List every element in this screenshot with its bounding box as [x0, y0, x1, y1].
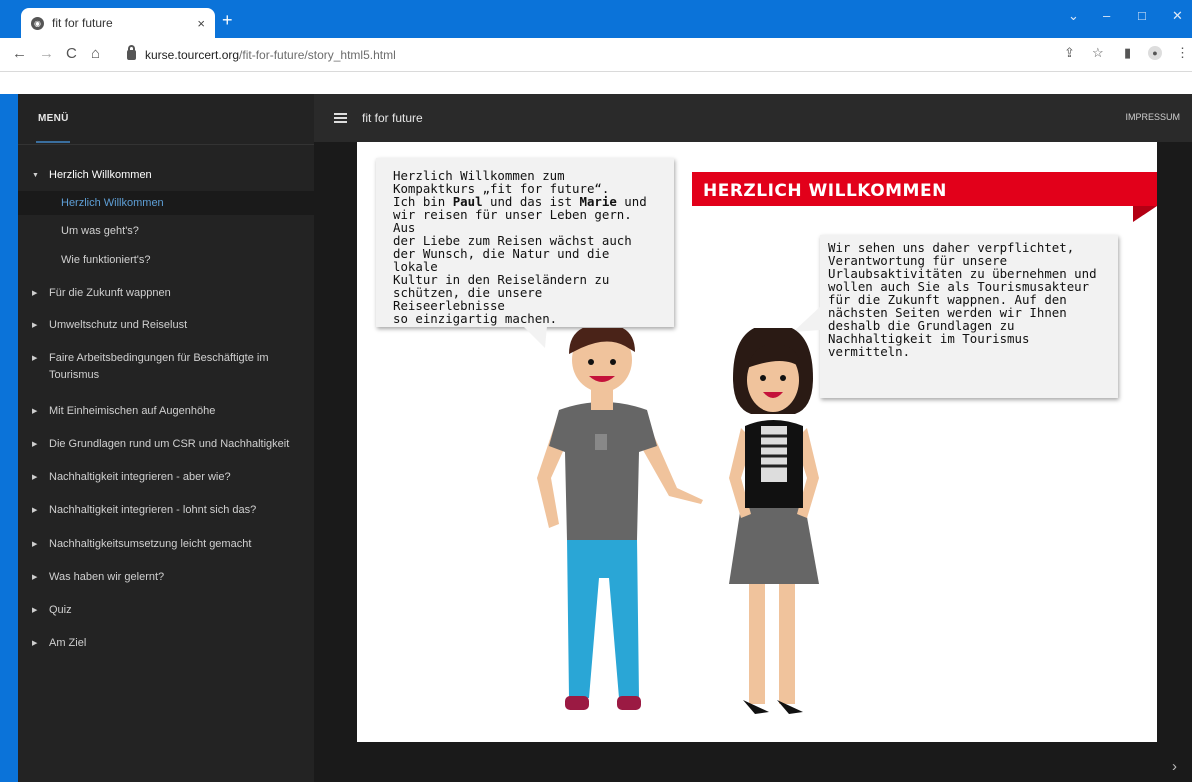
- tab-search-icon[interactable]: ⌄: [1068, 8, 1079, 24]
- new-tab-button[interactable]: +: [222, 11, 233, 29]
- kebab-menu-icon[interactable]: ⋮: [1176, 45, 1189, 61]
- menu-section-quiz[interactable]: ▶ Quiz: [18, 602, 314, 619]
- lock-icon[interactable]: [127, 45, 136, 60]
- impressum-link[interactable]: IMPRESSUM: [1125, 112, 1180, 122]
- browser-titlebar: ◉ fit for future × + ⌄ – □ ✕: [0, 0, 1192, 38]
- menu-section-faire-arbeitsbedingungen[interactable]: ▶ Faire Arbeitsbedingungen für Beschäftig…: [18, 350, 288, 384]
- browser-tab[interactable]: ◉ fit for future ×: [21, 8, 215, 38]
- tab-title: fit for future: [52, 16, 113, 30]
- url-field[interactable]: kurse.tourcert.org /fit-for-future/story…: [127, 44, 1177, 66]
- caret-right-icon: ▶: [32, 574, 38, 581]
- menu-section-umsetzung[interactable]: ▶ Nachhaltigkeitsumsetzung leicht gemacht: [18, 536, 314, 553]
- menu-item-label: Quiz: [49, 604, 72, 616]
- caret-right-icon: ▶: [32, 507, 38, 514]
- caret-right-icon: ▶: [32, 322, 38, 329]
- menu-section-integrieren-lohnt[interactable]: ▶ Nachhaltigkeit integrieren - lohnt sich…: [18, 502, 314, 519]
- star-icon[interactable]: ☆: [1092, 45, 1104, 61]
- address-toolbar: ← → C ⌂ kurse.tourcert.org /fit-for-futu…: [0, 38, 1192, 72]
- caret-down-icon: ▼: [32, 172, 39, 179]
- speech-bubble-marie: Wir sehen uns daher verpflichtet, Verant…: [820, 235, 1118, 398]
- menu-section-am-ziel[interactable]: ▶ Am Ziel: [18, 635, 314, 652]
- bubble-text: und wir reisen für unser Leben gern. Aus…: [393, 194, 647, 326]
- menu-divider: [18, 144, 314, 145]
- menu-section-integrieren-wie[interactable]: ▶ Nachhaltigkeit integrieren - aber wie?: [18, 469, 314, 486]
- menu-section-gelernt[interactable]: ▶ Was haben wir gelernt?: [18, 569, 314, 586]
- slide-heading: HERZLICH WILLKOMMEN: [703, 181, 947, 201]
- menu-section-einheimische[interactable]: ▶ Mit Einheimischen auf Augenhöhe: [18, 403, 314, 420]
- menu-item-label: Was haben wir gelernt?: [49, 571, 165, 583]
- back-icon[interactable]: ←: [12, 45, 27, 62]
- menu-item-label: Nachhaltigkeit integrieren - lohnt sich …: [49, 504, 257, 516]
- caret-right-icon: ▶: [32, 441, 38, 448]
- globe-icon: ◉: [31, 16, 44, 30]
- course-title: fit for future: [362, 111, 423, 125]
- hamburger-menu-icon[interactable]: [334, 113, 347, 123]
- window-edge: [0, 94, 18, 782]
- menu-title-underline: [36, 141, 70, 143]
- sidepanel-icon[interactable]: ▮: [1124, 45, 1131, 61]
- speech-bubble-paul: Herzlich Willkommen zum Kompaktkurs „fit…: [376, 158, 674, 327]
- profile-icon[interactable]: ●: [1148, 46, 1162, 60]
- caret-right-icon: ▶: [32, 474, 38, 481]
- minimize-button[interactable]: –: [1103, 8, 1110, 23]
- menu-item-label: Faire Arbeitsbedingungen für Beschäftigt…: [49, 352, 269, 381]
- menu-section-herzlich-willkommen[interactable]: ▼ Herzlich Willkommen: [18, 167, 314, 184]
- menu-item-label: Um was geht's?: [61, 225, 139, 237]
- ribbon-fold: [1133, 206, 1157, 222]
- menu-section-grundlagen-csr[interactable]: ▶ Die Grundlagen rund um CSR und Nachhalt…: [18, 436, 314, 453]
- caret-right-icon: ▶: [32, 607, 38, 614]
- menu-item-label: Herzlich Willkommen: [61, 197, 164, 209]
- menu-item-label: Herzlich Willkommen: [49, 169, 152, 181]
- bubble-text: Wir sehen uns daher verpflichtet, Verant…: [828, 240, 1097, 359]
- page-top-gap: [0, 72, 1192, 94]
- menu-item-label: Für die Zukunft wappnen: [49, 287, 171, 299]
- home-icon[interactable]: ⌂: [91, 45, 100, 62]
- maximize-button[interactable]: □: [1138, 8, 1146, 23]
- next-slide-button[interactable]: ›: [1172, 758, 1177, 775]
- slide-stage: HERZLICH WILLKOMMEN Herzlich Willkommen …: [357, 142, 1157, 742]
- course-menu-sidebar: MENÜ ▼ Herzlich Willkommen Herzlich Willk…: [18, 94, 314, 782]
- url-host: kurse.tourcert.org: [145, 48, 240, 62]
- caret-right-icon: ▶: [32, 408, 38, 415]
- menu-item-label: Wie funktioniert's?: [61, 254, 151, 266]
- caret-right-icon: ▶: [32, 355, 38, 362]
- menu-title: MENÜ: [38, 113, 69, 124]
- menu-item-label: Mit Einheimischen auf Augenhöhe: [49, 405, 216, 417]
- caret-right-icon: ▶: [32, 290, 38, 297]
- menu-item-label: Am Ziel: [49, 637, 87, 649]
- close-window-button[interactable]: ✕: [1172, 8, 1183, 24]
- menu-item-um-was-gehts[interactable]: Um was geht's?: [18, 223, 314, 240]
- marie-illustration: [729, 328, 819, 714]
- menu-item-label: Umweltschutz und Reiselust: [49, 319, 188, 331]
- player-topbar: fit for future IMPRESSUM: [314, 94, 1192, 142]
- menu-section-umweltschutz[interactable]: ▶ Umweltschutz und Reiselust: [18, 317, 314, 334]
- url-path: /fit-for-future/story_html5.html: [239, 48, 396, 62]
- forward-icon[interactable]: →: [39, 45, 54, 62]
- menu-section-zukunft-wappnen[interactable]: ▶ Für die Zukunft wappnen: [18, 285, 314, 302]
- menu-item-herzlich-willkommen[interactable]: Herzlich Willkommen: [18, 191, 314, 215]
- paul-illustration: [537, 328, 703, 710]
- close-tab-icon[interactable]: ×: [197, 16, 205, 31]
- menu-item-label: Die Grundlagen rund um CSR und Nachhalti…: [49, 438, 290, 450]
- caret-right-icon: ▶: [32, 541, 38, 548]
- menu-item-label: Nachhaltigkeit integrieren - aber wie?: [49, 471, 231, 483]
- menu-item-wie-funktionierts[interactable]: Wie funktioniert's?: [18, 252, 314, 269]
- menu-item-label: Nachhaltigkeitsumsetzung leicht gemacht: [49, 538, 252, 550]
- caret-right-icon: ▶: [32, 640, 38, 647]
- share-icon[interactable]: ⇪: [1064, 45, 1075, 61]
- reload-icon[interactable]: C: [66, 45, 77, 62]
